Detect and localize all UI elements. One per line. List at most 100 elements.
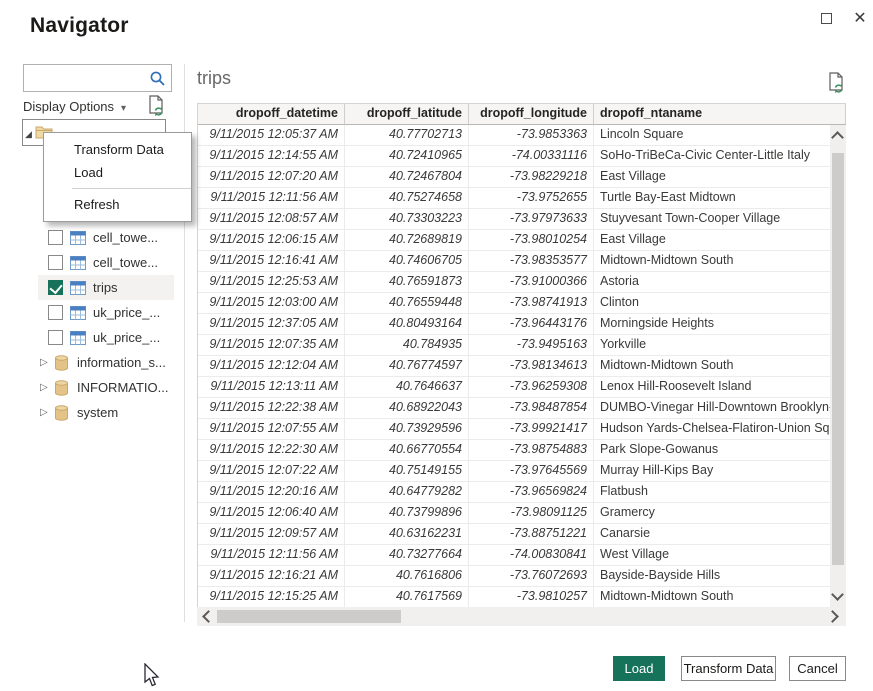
scroll-right-icon[interactable] — [826, 610, 839, 623]
menu-item-refresh[interactable]: Refresh — [44, 193, 191, 216]
tree-item-uk-price[interactable]: uk_price_... — [38, 325, 174, 350]
vertical-scroll-thumb[interactable] — [832, 153, 844, 565]
cell-dropoff_longitude: -73.98010254 — [469, 230, 594, 251]
checkbox-unchecked[interactable] — [48, 305, 63, 320]
tree-item-cell-towe[interactable]: cell_towe... — [38, 250, 174, 275]
database-icon — [54, 380, 70, 396]
cell-dropoff_datetime: 9/11/2015 12:16:21 AM — [198, 566, 345, 587]
tree-item-trips[interactable]: trips — [38, 275, 174, 300]
cell-dropoff_ntaname: Gramercy — [594, 503, 846, 524]
cell-dropoff_longitude: -73.96259308 — [469, 377, 594, 398]
cell-dropoff_longitude: -73.96569824 — [469, 482, 594, 503]
cell-dropoff_ntaname: Flatbush — [594, 482, 846, 503]
cell-dropoff_latitude: 40.73799896 — [345, 503, 469, 524]
display-options-dropdown[interactable]: Display Options▾ — [23, 99, 126, 114]
refresh-table-icon[interactable] — [826, 72, 846, 94]
cell-dropoff_datetime: 9/11/2015 12:14:55 AM — [198, 146, 345, 167]
cell-dropoff_longitude: -74.00830841 — [469, 545, 594, 566]
cell-dropoff_latitude: 40.76774597 — [345, 356, 469, 377]
table-row: 9/11/2015 12:07:35 AM40.784935-73.949516… — [198, 335, 846, 356]
cell-dropoff_datetime: 9/11/2015 12:03:00 AM — [198, 293, 345, 314]
cell-dropoff_ntaname: Midtown-Midtown South — [594, 587, 846, 608]
refresh-preview-icon[interactable] — [146, 95, 166, 117]
table-icon — [70, 331, 86, 345]
tree-item-system[interactable]: ▷system — [38, 400, 174, 425]
tree-item-informatio[interactable]: ▷INFORMATIO... — [38, 375, 174, 400]
load-button[interactable]: Load — [613, 656, 665, 681]
table-row: 9/11/2015 12:16:21 AM40.7616806-73.76072… — [198, 566, 846, 587]
scroll-up-icon[interactable] — [831, 131, 844, 144]
search-box — [23, 64, 172, 92]
database-icon — [54, 355, 70, 371]
cell-dropoff_longitude: -74.00331116 — [469, 146, 594, 167]
scroll-down-icon[interactable] — [831, 588, 844, 601]
cell-dropoff_datetime: 9/11/2015 12:11:56 AM — [198, 545, 345, 566]
close-button[interactable]: ✕ — [848, 6, 872, 30]
cancel-button[interactable]: Cancel — [789, 656, 846, 681]
cell-dropoff_latitude: 40.72467804 — [345, 167, 469, 188]
cell-dropoff_ntaname: West Village — [594, 545, 846, 566]
transform-data-button[interactable]: Transform Data — [681, 656, 776, 681]
navigator-dialog: Navigator ✕ Display Options▾ ◢ cell_towe… — [0, 0, 873, 691]
cell-dropoff_longitude: -73.9810257 — [469, 587, 594, 608]
tree-item-uk-price[interactable]: uk_price_... — [38, 300, 174, 325]
chevron-down-icon: ▾ — [121, 103, 126, 114]
cell-dropoff_latitude: 40.7646637 — [345, 377, 469, 398]
horizontal-scroll-thumb[interactable] — [217, 610, 401, 623]
column-header-dropoff_latitude: dropoff_latitude — [345, 104, 469, 125]
cell-dropoff_datetime: 9/11/2015 12:11:56 AM — [198, 188, 345, 209]
cell-dropoff_datetime: 9/11/2015 12:16:41 AM — [198, 251, 345, 272]
search-input[interactable] — [28, 68, 146, 88]
cell-dropoff_latitude: 40.7616806 — [345, 566, 469, 587]
table-icon — [70, 256, 86, 270]
cell-dropoff_ntaname: SoHo-TriBeCa-Civic Center-Little Italy — [594, 146, 846, 167]
expand-chevron-icon[interactable]: ▷ — [40, 407, 52, 418]
horizontal-scrollbar[interactable] — [197, 607, 846, 626]
table-row: 9/11/2015 12:06:40 AM40.73799896-73.9809… — [198, 503, 846, 524]
tree-item-information-s[interactable]: ▷ information_s... — [38, 350, 174, 375]
table-row: 9/11/2015 12:12:04 AM40.76774597-73.9813… — [198, 356, 846, 377]
cell-dropoff_datetime: 9/11/2015 12:07:20 AM — [198, 167, 345, 188]
cell-dropoff_datetime: 9/11/2015 12:08:57 AM — [198, 209, 345, 230]
search-icon[interactable] — [149, 70, 166, 87]
checkbox-unchecked[interactable] — [48, 330, 63, 345]
maximize-button[interactable] — [814, 6, 838, 30]
cell-dropoff_ntaname: Stuyvesant Town-Cooper Village — [594, 209, 846, 230]
vertical-scrollbar[interactable] — [830, 125, 846, 607]
cell-dropoff_ntaname: Astoria — [594, 272, 846, 293]
table-body: 9/11/2015 12:05:37 AM40.77702713-73.9853… — [198, 125, 846, 608]
cell-dropoff_longitude: -73.76072693 — [469, 566, 594, 587]
cell-dropoff_latitude: 40.64779282 — [345, 482, 469, 503]
cell-dropoff_datetime: 9/11/2015 12:07:22 AM — [198, 461, 345, 482]
cell-dropoff_latitude: 40.76559448 — [345, 293, 469, 314]
tree-item-label: uk_price_... — [93, 330, 160, 345]
expand-chevron-icon[interactable]: ▷ — [40, 357, 52, 368]
checkbox-checked[interactable] — [48, 280, 63, 295]
tree-item-label: information_s... — [77, 355, 166, 370]
cell-dropoff_datetime: 9/11/2015 12:25:53 AM — [198, 272, 345, 293]
cell-dropoff_latitude: 40.73303223 — [345, 209, 469, 230]
table-row: 9/11/2015 12:11:56 AM40.75274658-73.9752… — [198, 188, 846, 209]
cell-dropoff_ntaname: Park Slope-Gowanus — [594, 440, 846, 461]
cell-dropoff_longitude: -73.98741913 — [469, 293, 594, 314]
tree-item-label: cell_towe... — [93, 230, 158, 245]
cell-dropoff_ntaname: Canarsie — [594, 524, 846, 545]
cell-dropoff_ntaname: Bayside-Bayside Hills — [594, 566, 846, 587]
expand-chevron-icon[interactable]: ▷ — [40, 382, 52, 393]
menu-item-transform-data[interactable]: Transform Data — [44, 138, 191, 161]
tree-item-cell-towe[interactable]: cell_towe... — [38, 225, 174, 250]
cell-dropoff_latitude: 40.75149155 — [345, 461, 469, 482]
cell-dropoff_latitude: 40.74606705 — [345, 251, 469, 272]
cell-dropoff_longitude: -73.98487854 — [469, 398, 594, 419]
table-row: 9/11/2015 12:11:56 AM40.73277664-74.0083… — [198, 545, 846, 566]
tree-item-label: trips — [93, 280, 118, 295]
checkbox-unchecked[interactable] — [48, 230, 63, 245]
cell-dropoff_longitude: -73.88751221 — [469, 524, 594, 545]
cell-dropoff_longitude: -73.98353577 — [469, 251, 594, 272]
table-row: 9/11/2015 12:06:15 AM40.72689819-73.9801… — [198, 230, 846, 251]
table-row: 9/11/2015 12:15:25 AM40.7617569-73.98102… — [198, 587, 846, 608]
checkbox-unchecked[interactable] — [48, 255, 63, 270]
menu-item-load[interactable]: Load — [44, 161, 191, 184]
scroll-left-icon[interactable] — [202, 610, 215, 623]
preview-table: dropoff_datetimedropoff_latitudedropoff_… — [197, 103, 846, 608]
